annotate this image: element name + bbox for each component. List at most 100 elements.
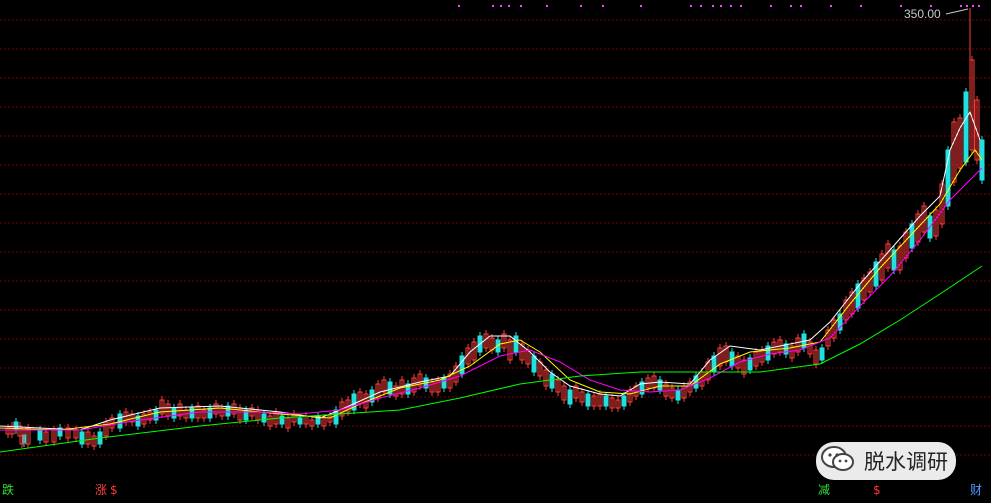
marker-dollar-2[interactable]: $ xyxy=(873,483,881,497)
marker-dollar-1[interactable]: $ xyxy=(110,483,118,497)
candle-body xyxy=(531,355,537,373)
candle xyxy=(171,404,177,422)
candlestick-chart xyxy=(0,5,991,456)
marker-jian[interactable]: 减 xyxy=(818,483,830,497)
candle xyxy=(717,344,723,370)
candle xyxy=(37,426,43,444)
candle xyxy=(417,370,423,390)
wechat-icon xyxy=(820,444,856,478)
candle xyxy=(309,416,315,430)
candle xyxy=(17,422,23,440)
indicator-dot xyxy=(720,5,722,7)
candle xyxy=(453,362,459,386)
candle xyxy=(741,356,747,378)
candle xyxy=(807,338,813,358)
candle xyxy=(483,330,489,352)
candle xyxy=(765,342,771,364)
candle xyxy=(351,390,357,414)
candle xyxy=(213,400,219,418)
candle xyxy=(43,428,49,446)
indicator-dot xyxy=(966,5,968,7)
candle xyxy=(201,406,207,422)
indicator-dot xyxy=(508,5,510,7)
candle xyxy=(79,428,85,448)
marker-die[interactable]: 跌 xyxy=(2,483,14,497)
indicator-dot xyxy=(860,5,862,7)
watermark: 脱水调研 xyxy=(816,442,956,480)
moving-average-lines xyxy=(0,110,983,453)
candle xyxy=(381,376,387,396)
candle xyxy=(747,354,753,374)
candle-body xyxy=(171,407,177,419)
candle-body xyxy=(621,395,627,407)
candle xyxy=(177,400,183,420)
candle-body xyxy=(225,405,231,417)
candle xyxy=(615,396,621,412)
candle xyxy=(795,334,801,356)
candle-body xyxy=(675,389,681,401)
candle-body xyxy=(549,373,555,389)
indicator-dot xyxy=(700,5,702,7)
candle xyxy=(957,114,963,172)
candle xyxy=(291,410,297,426)
ma-line-1 xyxy=(0,110,981,431)
candle xyxy=(471,338,477,364)
candle xyxy=(567,386,573,408)
ma-line-2 xyxy=(0,149,983,431)
indicator-dot xyxy=(730,5,732,7)
candle xyxy=(285,414,291,432)
peak-price-label: 350.00 xyxy=(904,7,941,21)
candle xyxy=(429,378,435,396)
candle-body xyxy=(441,377,447,389)
candle-body xyxy=(567,389,573,405)
candle xyxy=(225,402,231,420)
candle xyxy=(969,56,975,154)
indicator-dot xyxy=(790,5,792,7)
candle xyxy=(789,342,795,362)
indicator-dot xyxy=(580,5,582,7)
indicator-dot xyxy=(800,5,802,7)
candle xyxy=(963,88,969,166)
indicator-dot xyxy=(546,5,548,7)
marker-zhang[interactable]: 涨 xyxy=(95,483,107,497)
indicator-dot xyxy=(972,5,974,7)
candle xyxy=(159,396,165,418)
top-indicator-dots xyxy=(458,5,980,7)
indicator-dot xyxy=(900,5,902,7)
indicator-dot xyxy=(500,5,502,7)
candle xyxy=(237,404,243,424)
candle xyxy=(831,316,837,342)
candle-body xyxy=(819,347,825,361)
ma-line-4 xyxy=(0,265,983,453)
candle xyxy=(65,424,71,442)
candle-body xyxy=(585,393,591,407)
candle xyxy=(405,380,411,398)
candle-body xyxy=(297,417,303,425)
candle xyxy=(85,428,91,448)
indicator-dot xyxy=(492,5,494,7)
candle-body xyxy=(261,413,267,423)
indicator-dot xyxy=(602,5,604,7)
candle-body xyxy=(513,335,519,353)
candle xyxy=(91,432,97,450)
candle-body xyxy=(603,395,609,407)
candle xyxy=(951,118,957,186)
candle xyxy=(819,344,825,364)
marker-cai[interactable]: 财 xyxy=(970,483,982,497)
candle-body xyxy=(963,91,969,163)
indicator-dot xyxy=(712,5,714,7)
candle xyxy=(591,392,597,410)
candle-body xyxy=(79,431,85,445)
candle xyxy=(165,400,171,420)
indicator-dot xyxy=(640,5,642,7)
candle xyxy=(561,382,567,404)
candle xyxy=(255,406,261,424)
indicator-dot xyxy=(978,5,980,7)
candle xyxy=(837,310,843,334)
candle-body xyxy=(207,407,213,419)
candle-body xyxy=(459,355,465,375)
candle xyxy=(669,384,675,402)
candle xyxy=(681,382,687,402)
candle-body xyxy=(279,415,285,425)
candle xyxy=(573,382,579,402)
